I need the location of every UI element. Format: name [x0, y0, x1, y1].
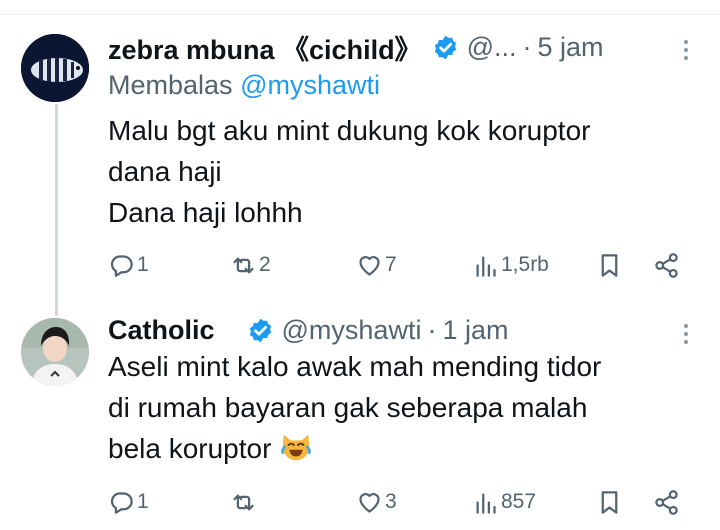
tweet-header: Catholic @myshawti · 1 jam: [108, 312, 508, 348]
share-icon: [655, 489, 678, 515]
verified-badge-icon: [249, 318, 271, 342]
like-count: 7: [385, 253, 397, 276]
reply-button[interactable]: 1: [108, 249, 149, 281]
timestamp[interactable]: 1 jam: [442, 315, 508, 346]
tweet-text: Aseli mint kalo awak mah mending tidor d…: [108, 346, 698, 469]
display-name[interactable]: zebra mbuna 《cichild》: [108, 28, 422, 67]
bookmark-button[interactable]: [596, 486, 623, 518]
views-chart-icon: [476, 493, 496, 514]
retweet-button[interactable]: [230, 486, 259, 518]
tweet-text-line: Aseli mint kalo awak mah mending tidor: [108, 351, 602, 382]
tweet-text-line: di rumah bayaran gak seberapa malah: [108, 392, 588, 423]
share-icon: [655, 252, 678, 278]
heart-icon: [359, 492, 380, 513]
tweet-header: zebra mbuna 《cichild》 @... · 5 jam: [108, 29, 604, 65]
tweet-text-segment: bela koruptor: [108, 433, 272, 464]
like-button[interactable]: 3: [356, 486, 397, 518]
bookmark-button[interactable]: [596, 249, 623, 281]
previous-tweet-divider: [0, 0, 720, 15]
tweet-actions: 1 2 7 1,5rb: [108, 249, 693, 281]
tweet-text-line: bela koruptor: [108, 428, 698, 469]
reply-icon: [110, 254, 133, 277]
like-count: 3: [385, 490, 397, 513]
like-button[interactable]: 7: [356, 249, 397, 281]
retweet-button[interactable]: 2: [230, 249, 271, 281]
bookmark-icon: [601, 253, 618, 277]
tweet-text-line: dana haji: [108, 156, 222, 187]
views-count: 1,5rb: [501, 253, 549, 276]
views-button[interactable]: 857: [472, 486, 536, 518]
user-handle[interactable]: @...: [467, 32, 517, 63]
tweet-text: Malu bgt aku mint dukung kok koruptor da…: [108, 110, 688, 233]
replying-to: Membalas @myshawti: [108, 70, 380, 101]
reply-count: 1: [137, 490, 149, 513]
views-button[interactable]: 1,5rb: [472, 249, 549, 281]
views-chart-icon: [476, 256, 496, 277]
reply-button[interactable]: 1: [108, 486, 149, 518]
tweet-text-line: Malu bgt aku mint dukung kok koruptor: [108, 115, 591, 146]
replying-to-label: Membalas: [108, 70, 233, 100]
retweet-count: 2: [259, 253, 271, 276]
reply-count: 1: [137, 253, 149, 276]
tweet-actions: 1 3 857: [108, 486, 693, 518]
share-button[interactable]: [653, 249, 680, 281]
avatar[interactable]: [21, 318, 89, 386]
more-options-icon[interactable]: [680, 36, 692, 64]
avatar[interactable]: [21, 34, 89, 102]
user-handle[interactable]: @myshawti: [282, 315, 422, 346]
heart-icon: [359, 255, 380, 276]
display-name[interactable]: Catholic: [108, 315, 215, 346]
reply-icon: [110, 491, 133, 514]
share-button[interactable]: [653, 486, 680, 518]
separator-dot: ·: [522, 31, 532, 62]
reply-handle-link[interactable]: @myshawti: [240, 70, 380, 100]
timestamp[interactable]: 5 jam: [537, 32, 603, 63]
retweet-icon: [233, 494, 254, 510]
tweet-text-line: Dana haji lohhh: [108, 197, 303, 228]
retweet-icon: [233, 257, 254, 273]
views-count: 857: [501, 490, 537, 513]
verified-badge-icon: [434, 35, 456, 59]
bookmark-icon: [601, 490, 618, 514]
thread-connector-line: [55, 104, 58, 316]
separator-dot: ·: [427, 314, 437, 345]
grinning-cat-with-tears-of-joy-icon: [281, 434, 312, 461]
more-options-icon[interactable]: [680, 320, 692, 348]
